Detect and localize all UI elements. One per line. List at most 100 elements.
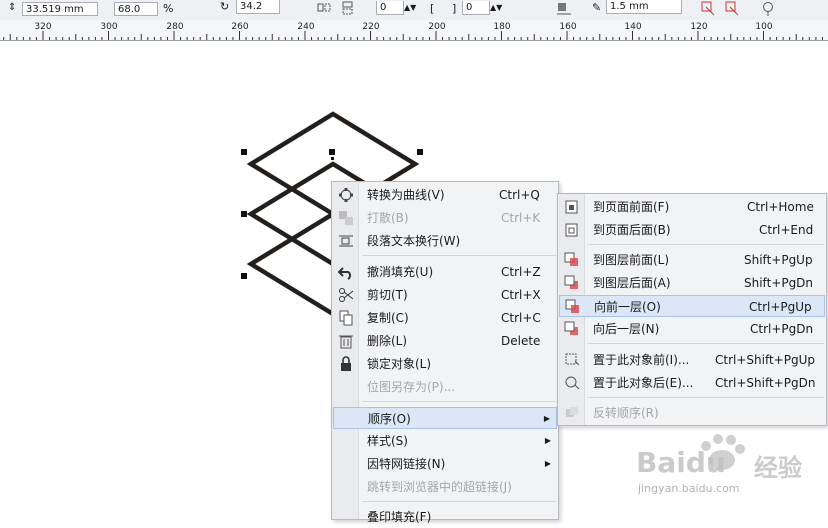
in-front-of-icon — [564, 352, 580, 368]
menu-item-shortcut: Shift+PgUp — [744, 253, 813, 267]
horizontal-ruler[interactable]: 320 300 280 260 240 220 200 180 160 140 … — [0, 20, 828, 41]
menu-item-copy[interactable]: 复制(C) Ctrl+C — [333, 307, 557, 329]
ruler-label-300: 300 — [100, 22, 118, 32]
menu-item-label: 顺序(O) — [368, 412, 411, 426]
watermark-brand: Baidu — [636, 446, 726, 479]
menu-item-paragraph-text-wrap[interactable]: 段落文本换行(W) — [333, 230, 557, 252]
forward-one-icon — [565, 299, 581, 315]
submenu-item-to-layer-front[interactable]: 到图层前面(L) Shift+PgUp — [559, 249, 825, 271]
menu-separator — [588, 343, 824, 344]
submenu-item-to-page-back[interactable]: 到页面后面(B) Ctrl+End — [559, 219, 825, 241]
arrowhead-start-icon[interactable] — [700, 1, 716, 17]
mirror-vertical-icon[interactable] — [340, 1, 356, 17]
spinner-b-icon[interactable]: ▲▼ — [490, 3, 510, 19]
menu-item-label: 到页面后面(B) — [593, 223, 671, 237]
menu-item-label: 因特网链接(N) — [367, 457, 446, 471]
menu-item-label: 跳转到浏览器中的超链接(J) — [367, 480, 512, 494]
ruler-label-240: 240 — [297, 22, 315, 32]
spinner-a-icon[interactable]: ▲▼ — [404, 3, 424, 19]
menu-item-label: 复制(C) — [367, 311, 409, 325]
menu-item-internet-link[interactable]: 因特网链接(N) ▶ — [333, 453, 557, 475]
menu-item-label: 到图层前面(L) — [593, 253, 670, 267]
menu-item-label: 置于此对象后(E)... — [593, 376, 694, 390]
reverse-order-icon — [564, 405, 580, 421]
menu-item-shortcut: Ctrl+Z — [501, 265, 541, 279]
menu-separator — [362, 501, 556, 502]
menu-item-delete[interactable]: 删除(L) Delete — [333, 330, 557, 352]
corner-radius-field-a[interactable]: 0 — [376, 1, 404, 15]
menu-separator — [362, 255, 556, 256]
menu-item-shortcut: Shift+PgDn — [744, 276, 814, 290]
menu-item-shortcut: Delete — [501, 334, 541, 348]
submenu-item-in-front-of[interactable]: 置于此对象前(I)... Ctrl+Shift+PgUp — [559, 349, 825, 371]
menu-item-lock-object[interactable]: 锁定对象(L) — [333, 353, 557, 375]
watermark-url: jingyan.baidu.com — [638, 482, 740, 495]
mirror-horizontal-icon[interactable] — [316, 1, 332, 17]
ruler-label-260: 260 — [231, 22, 249, 32]
behind-icon — [564, 375, 580, 391]
submenu-item-behind[interactable]: 置于此对象后(E)... Ctrl+Shift+PgDn — [559, 372, 825, 394]
menu-item-order[interactable]: 顺序(O) ▶ — [333, 407, 557, 429]
menu-item-save-bitmap-as[interactable]: 位图另存为(P)... — [333, 376, 557, 398]
ruler-label-120: 120 — [690, 22, 708, 32]
scale-unit: % — [163, 2, 174, 15]
submenu-item-to-layer-back[interactable]: 到图层后面(A) Shift+PgDn — [559, 272, 825, 294]
property-bar: ⇕ 33.519 mm 68.0 % ↻ 34.2 0 ▲▼ [ ] 0 ▲▼ … — [0, 0, 828, 21]
convert-curve-icon — [338, 187, 354, 203]
menu-item-label: 剪切(T) — [367, 288, 408, 302]
menu-item-style[interactable]: 样式(S) ▶ — [333, 430, 557, 452]
menu-item-convert-to-curves[interactable]: 转换为曲线(V) Ctrl+Q — [333, 184, 557, 206]
menu-item-label: 锁定对象(L) — [367, 357, 432, 371]
wrap-text-icon[interactable] — [556, 1, 572, 17]
baidu-jingyan-watermark: Baidu 经验 jingyan.baidu.com — [634, 430, 824, 500]
submenu-arrow-icon: ▶ — [544, 436, 551, 445]
selection-handle-top-center[interactable] — [329, 149, 335, 155]
back-one-icon — [564, 321, 580, 337]
menu-item-overprint-fill[interactable]: 叠印填充(F) — [333, 506, 557, 528]
selection-handle-top-left[interactable] — [241, 149, 247, 155]
outline-width-select[interactable]: 1.5 mm — [606, 0, 682, 14]
ruler-label-100: 100 — [755, 22, 773, 32]
submenu-item-reverse-order[interactable]: 反转顺序(R) — [559, 402, 825, 424]
ruler-label-160: 160 — [559, 22, 577, 32]
menu-item-shortcut: Ctrl+X — [501, 288, 541, 302]
menu-item-shortcut: Ctrl+PgUp — [749, 300, 812, 314]
center-marker — [331, 157, 334, 160]
corner-bracket-icon: [ — [430, 2, 435, 15]
corner-radius-field-b[interactable]: 0 — [462, 1, 490, 15]
scale-field[interactable]: 68.0 — [114, 2, 158, 16]
scissors-icon — [338, 287, 354, 303]
submenu-arrow-icon: ▶ — [544, 459, 551, 468]
ruler-label-220: 220 — [362, 22, 380, 32]
menu-item-label: 打散(B) — [367, 211, 409, 225]
submenu-item-forward-one[interactable]: 向前一层(O) Ctrl+PgUp — [559, 295, 825, 317]
submenu-item-to-page-front[interactable]: 到页面前面(F) Ctrl+Home — [559, 196, 825, 218]
trash-icon — [338, 333, 354, 349]
ruler-label-320: 320 — [34, 22, 52, 32]
rotation-angle-field[interactable]: 34.2 — [236, 0, 280, 14]
ruler-label-140: 140 — [624, 22, 642, 32]
copy-icon — [338, 310, 354, 326]
submenu-item-back-one[interactable]: 向后一层(N) Ctrl+PgDn — [559, 318, 825, 340]
convert-outline-icon[interactable] — [760, 1, 776, 17]
menu-item-break-apart[interactable]: 打散(B) Ctrl+K — [333, 207, 557, 229]
menu-item-label: 向前一层(O) — [594, 300, 661, 314]
menu-item-shortcut: Ctrl+K — [501, 211, 541, 225]
menu-item-label: 删除(L) — [367, 334, 408, 348]
menu-item-label: 段落文本换行(W) — [367, 234, 461, 248]
menu-item-label: 样式(S) — [367, 434, 408, 448]
menu-item-jump-to-hyperlink[interactable]: 跳转到浏览器中的超链接(J) — [333, 476, 557, 498]
menu-separator — [588, 397, 824, 398]
menu-item-undo-fill[interactable]: 撤消填充(U) Ctrl+Z — [333, 261, 557, 283]
menu-item-label: 到页面前面(F) — [593, 200, 670, 214]
object-height-field[interactable]: 33.519 mm — [22, 2, 98, 16]
selection-handle-middle-left[interactable] — [241, 211, 247, 217]
selection-handle-bottom-left[interactable] — [241, 273, 247, 279]
menu-item-cut[interactable]: 剪切(T) Ctrl+X — [333, 284, 557, 306]
selection-handle-top-right[interactable] — [417, 149, 423, 155]
menu-item-shortcut: Ctrl+C — [501, 311, 541, 325]
lock-icon — [338, 356, 354, 372]
arrowhead-end-icon[interactable] — [724, 1, 740, 17]
to-page-back-icon — [564, 222, 580, 238]
menu-item-label: 叠印填充(F) — [367, 510, 432, 524]
